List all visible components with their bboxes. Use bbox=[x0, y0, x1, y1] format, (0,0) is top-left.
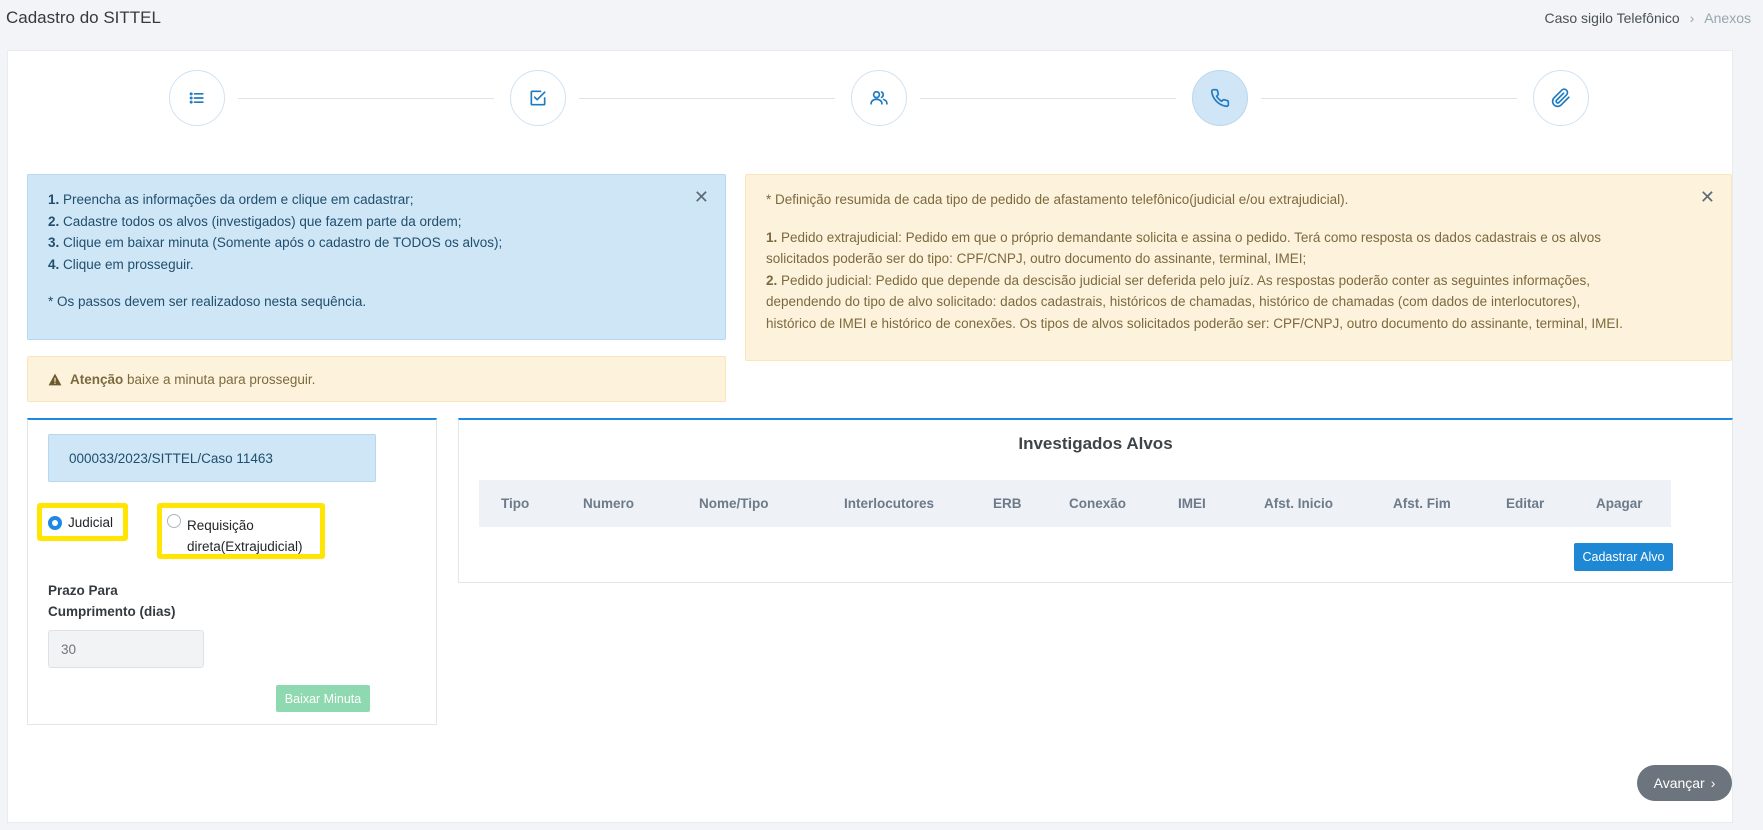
definition-alert: ✕ * Definição resumida de cada tipo de p… bbox=[745, 174, 1732, 361]
attention-label: Atenção bbox=[70, 371, 124, 387]
column-header: ERB bbox=[993, 496, 1022, 511]
avancar-button[interactable]: Avançar › bbox=[1637, 765, 1732, 801]
list-icon bbox=[189, 92, 204, 104]
breadcrumb-item-active: Anexos bbox=[1704, 10, 1751, 26]
breadcrumb: Caso sigilo Telefônico › Anexos bbox=[1544, 10, 1751, 26]
cadastrar-alvo-button[interactable]: Cadastrar Alvo bbox=[1574, 543, 1673, 571]
column-header: Interlocutores bbox=[844, 496, 935, 511]
wizard-connector bbox=[579, 98, 835, 99]
definition-item-line: solicitados poderão ser do tipo: CPF/CNP… bbox=[766, 251, 1307, 266]
radio-label: Requisição bbox=[187, 518, 254, 533]
close-icon[interactable]: ✕ bbox=[694, 187, 709, 209]
instruction-step: 1. Preencha as informações da ordem e cl… bbox=[48, 192, 414, 207]
instruction-step: 4. Clique em prosseguir. bbox=[48, 256, 194, 272]
paperclip-icon bbox=[1551, 88, 1570, 108]
radio-label: direta(Extrajudicial) bbox=[187, 539, 303, 554]
panel-title: Investigados Alvos bbox=[1018, 434, 1173, 453]
wizard-connector bbox=[238, 98, 494, 99]
definition-item-line: histórico de IMEI e histórico de conexõe… bbox=[766, 315, 1623, 331]
column-header: Afst. Fim bbox=[1393, 496, 1451, 511]
radio-extrajudicial[interactable]: Requisição direta(Extrajudicial) bbox=[167, 514, 303, 557]
attention-alert: Atenção baixe a minuta para prosseguir. bbox=[27, 356, 726, 402]
instructions-alert: ✕ 1. Preencha as informações da ordem e … bbox=[27, 174, 726, 340]
baixar-minuta-button[interactable]: Baixar Minuta bbox=[276, 685, 370, 712]
column-header: Editar bbox=[1506, 496, 1545, 511]
prazo-input[interactable] bbox=[48, 630, 204, 668]
column-header: Afst. Inicio bbox=[1264, 496, 1334, 511]
phone-icon bbox=[1210, 88, 1230, 108]
column-header: Apagar bbox=[1596, 496, 1643, 511]
column-header: IMEI bbox=[1178, 496, 1206, 511]
radio-button[interactable] bbox=[167, 514, 181, 528]
table-header: Tipo Numero Nome/Tipo Interlocutores ERB… bbox=[479, 480, 1671, 527]
warning-icon bbox=[48, 373, 62, 385]
page-title: Cadastro do SITTEL bbox=[6, 8, 161, 27]
column-header: Nome/Tipo bbox=[699, 496, 769, 511]
wizard-connector bbox=[920, 98, 1176, 99]
wizard-step-review[interactable] bbox=[510, 70, 566, 126]
definition-item: 2. Pedido judicial: Pedido que depende d… bbox=[766, 272, 1591, 288]
instruction-note: * Os passos devem ser realizadoso nesta … bbox=[48, 294, 367, 309]
close-icon[interactable]: ✕ bbox=[1700, 187, 1715, 209]
radio-label: Judicial bbox=[68, 515, 114, 530]
definition-intro: * Definição resumida de cada tipo de ped… bbox=[766, 192, 1349, 207]
wizard-step-attachments[interactable] bbox=[1533, 70, 1589, 126]
chevron-right-icon: › bbox=[1689, 10, 1695, 26]
wizard-step-people[interactable] bbox=[851, 70, 907, 126]
breadcrumb-item[interactable]: Caso sigilo Telefônico bbox=[1544, 10, 1679, 26]
prazo-label: Prazo Para Cumprimento (dias) bbox=[48, 583, 176, 619]
radio-judicial[interactable]: Judicial bbox=[48, 515, 113, 530]
instruction-step: 2. Cadastre todos os alvos (investigados… bbox=[48, 213, 462, 229]
definition-item-line: dependendo do tipo de alvo solicitado: d… bbox=[766, 294, 1581, 309]
targets-panel: Investigados Alvos Tipo Numero Nome/Tipo… bbox=[458, 418, 1733, 583]
column-header: Tipo bbox=[501, 496, 530, 511]
chevron-right-icon: › bbox=[1710, 775, 1716, 791]
users-icon bbox=[870, 90, 888, 105]
column-header: Numero bbox=[583, 496, 635, 511]
order-panel: 000033/2023/SITTEL/Caso 11463 Judicial R… bbox=[27, 418, 437, 725]
definition-item: 1. Pedido extrajudicial: Pedido em que o… bbox=[766, 229, 1602, 245]
radio-button[interactable] bbox=[48, 516, 62, 530]
checkbox-icon bbox=[530, 90, 546, 106]
wizard-step-info[interactable] bbox=[169, 70, 225, 126]
case-id-box: 000033/2023/SITTEL/Caso 11463 bbox=[48, 434, 376, 482]
instruction-step: 3. Clique em baixar minuta (Somente após… bbox=[48, 235, 503, 250]
attention-text: baixe a minuta para prosseguir. bbox=[123, 371, 316, 387]
wizard-connector bbox=[1261, 98, 1517, 99]
column-header: Conexão bbox=[1069, 496, 1127, 511]
wizard-step-phone[interactable] bbox=[1192, 70, 1248, 126]
